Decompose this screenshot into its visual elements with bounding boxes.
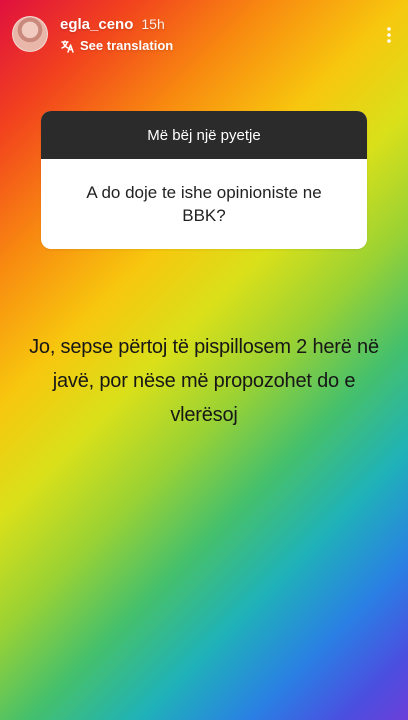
see-translation-button[interactable]: See translation [60, 38, 173, 53]
story-answer-text: Jo, sepse përtoj të pispillosem 2 herë n… [29, 336, 379, 426]
question-sticker[interactable]: Më bëj një pyetje A do doje te ishe opin… [41, 111, 367, 249]
user-time-row: egla_ceno 15h [60, 16, 173, 33]
story-time: 15h [141, 16, 165, 32]
translate-icon [60, 39, 74, 53]
question-text: A do doje te ishe opinioniste ne BBK? [86, 183, 322, 225]
see-translation-label: See translation [80, 38, 174, 53]
profile-avatar[interactable] [12, 16, 48, 52]
story-view: egla_ceno 15h See translation Më bëj një… [0, 0, 408, 720]
username[interactable]: egla_ceno [60, 16, 133, 33]
question-sticker-title: Më bëj një pyetje [41, 111, 367, 159]
story-header: egla_ceno 15h See translation [12, 16, 398, 58]
more-options-button[interactable] [380, 26, 398, 48]
story-meta: egla_ceno 15h See translation [60, 16, 173, 53]
more-vertical-icon [386, 26, 392, 49]
